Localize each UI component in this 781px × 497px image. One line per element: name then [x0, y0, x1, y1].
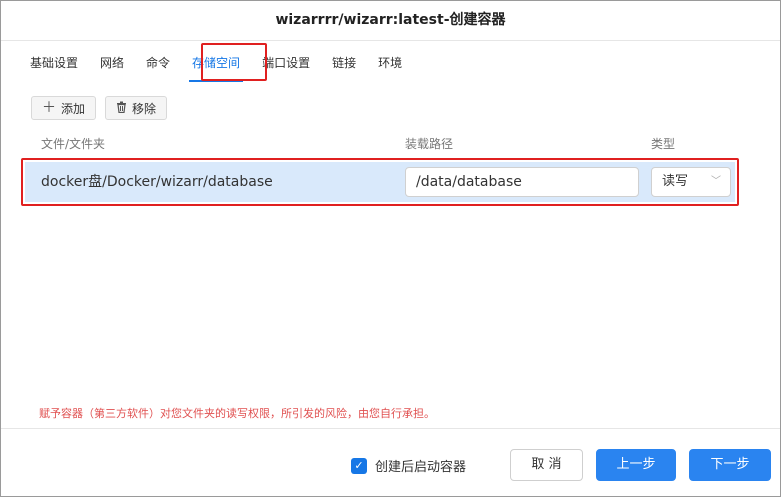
remove-button-label: 移除 [132, 101, 157, 116]
tab-bar: 基础设置 网络 命令 存储空间 端口设置 链接 环境 [19, 49, 413, 82]
column-header-file: 文件/文件夹 [41, 137, 106, 151]
checkmark-icon: ✓ [351, 457, 367, 474]
type-select-value: 读写 [662, 174, 689, 189]
storage-toolbar: ＋ 添加 移除 [31, 96, 168, 120]
previous-step-button[interactable]: 上一步 [596, 449, 676, 481]
remove-button[interactable]: 移除 [105, 96, 168, 120]
chevron-down-icon: ﹀ [711, 176, 721, 187]
start-after-create-label: 创建后启动容器 [375, 460, 467, 475]
row-file-path: docker盘/Docker/wizarr/database [41, 174, 273, 190]
permission-warning: 赋予容器（第三方软件）对您文件夹的读写权限，所引发的风险，由您自行承担。 [39, 407, 435, 420]
tab-storage[interactable]: 存储空间 [181, 49, 251, 82]
trash-icon [116, 101, 127, 116]
add-button-label: 添加 [61, 101, 86, 116]
type-select[interactable]: 读写 ﹀ [651, 167, 731, 197]
column-header-type: 类型 [651, 137, 676, 151]
tab-links[interactable]: 链接 [321, 49, 367, 77]
table-row[interactable]: docker盘/Docker/wizarr/database /data/dat… [25, 162, 735, 202]
footer-divider [1, 428, 780, 429]
tab-environment[interactable]: 环境 [367, 49, 413, 77]
plus-icon: ＋ [42, 100, 56, 116]
next-step-button[interactable]: 下一步 [689, 449, 771, 481]
column-header-mount-path: 装载路径 [405, 137, 454, 151]
add-button[interactable]: ＋ 添加 [31, 96, 97, 120]
create-container-dialog: wizarrrr/wizarr:latest-创建容器 基础设置 网络 命令 存… [0, 0, 781, 497]
cancel-button[interactable]: 取 消 [510, 449, 583, 481]
start-after-create-checkbox[interactable]: ✓ 创建后启动容器 [351, 456, 466, 475]
dialog-title: wizarrrr/wizarr:latest-创建容器 [1, 1, 780, 41]
tab-port-settings[interactable]: 端口设置 [251, 49, 321, 77]
tab-network[interactable]: 网络 [89, 49, 135, 77]
tab-command[interactable]: 命令 [135, 49, 181, 77]
mount-path-input[interactable]: /data/database [405, 167, 639, 197]
tab-basic-settings[interactable]: 基础设置 [19, 49, 89, 77]
